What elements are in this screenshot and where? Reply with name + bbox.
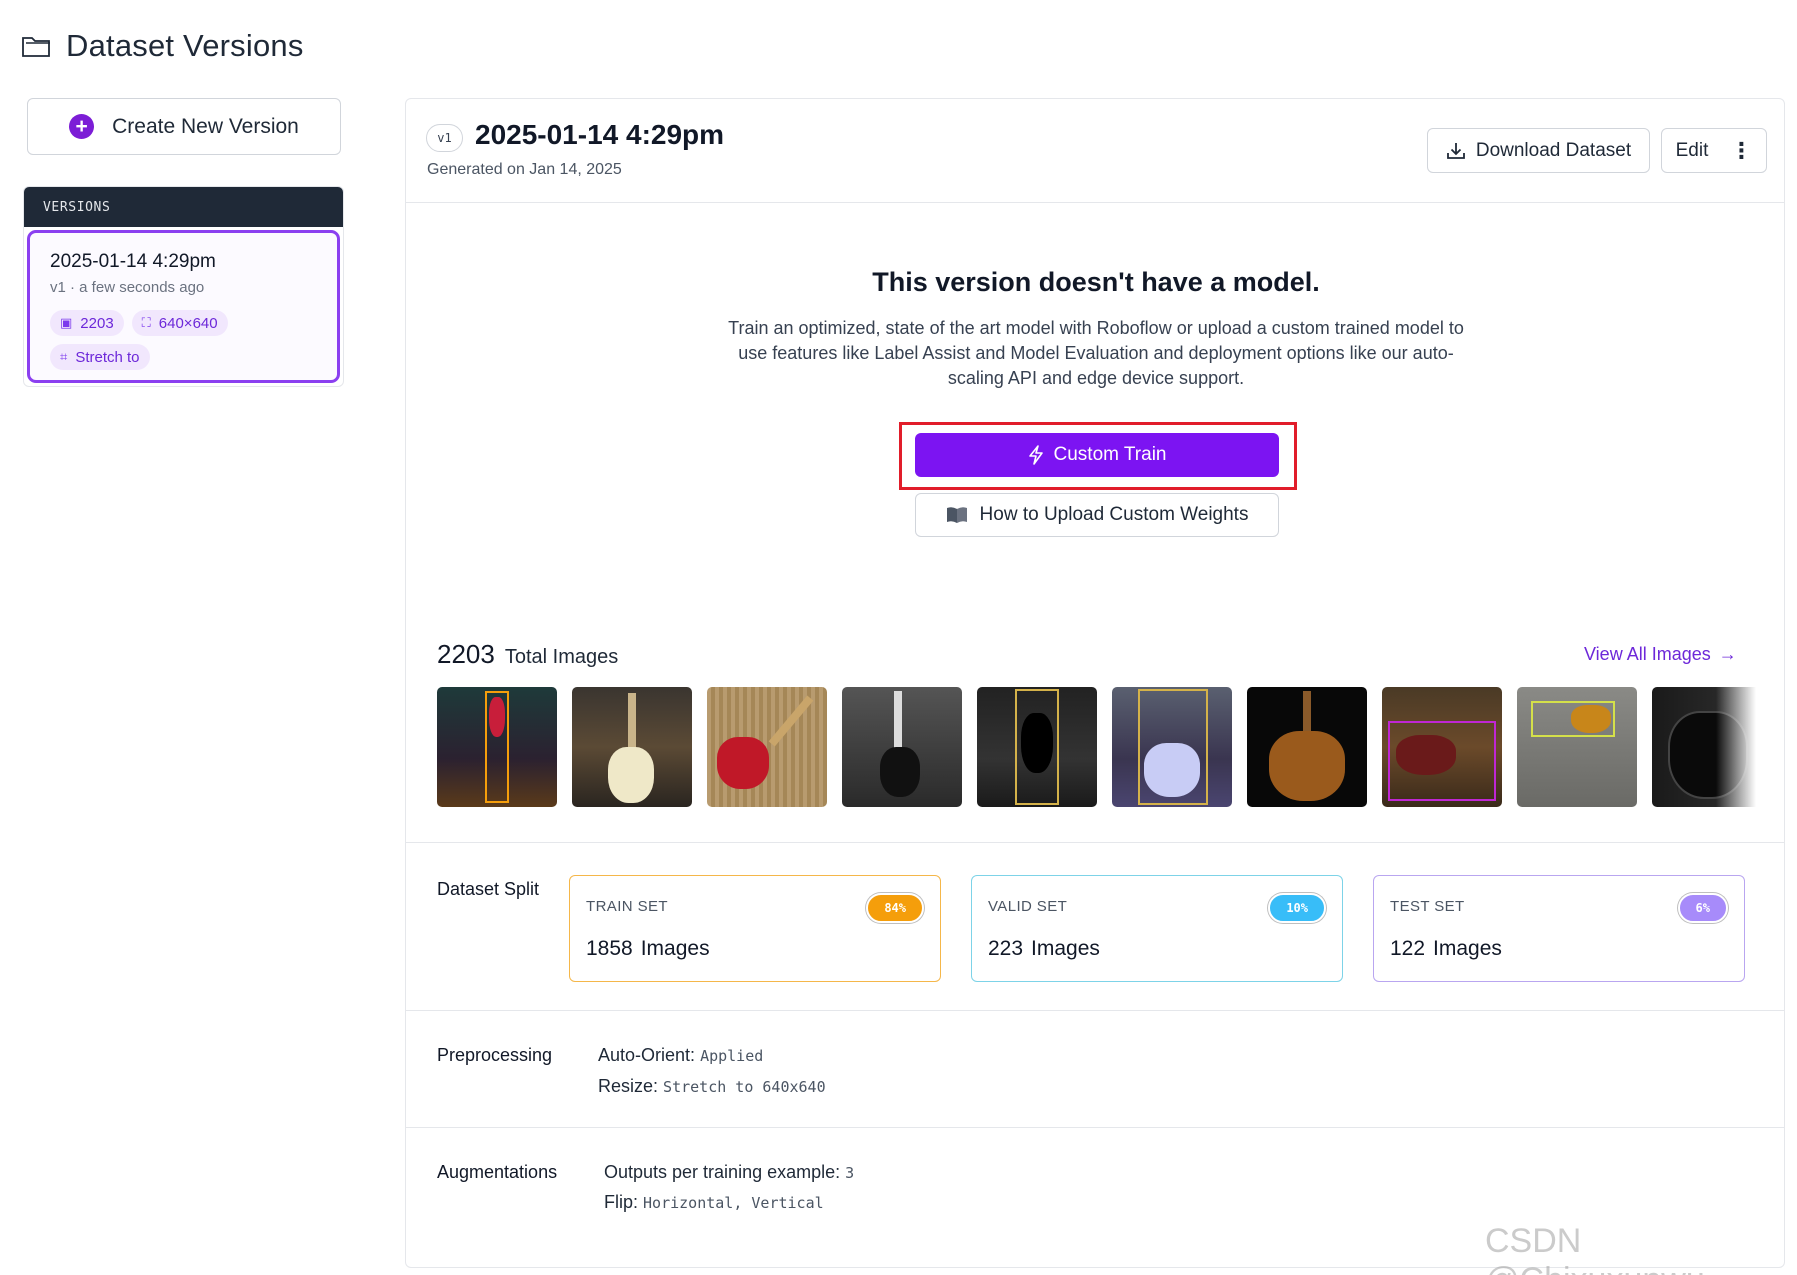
train-set-card[interactable]: TRAIN SET 84% 1858 Images	[569, 875, 941, 982]
thumbnail-fade	[1716, 687, 1756, 807]
image-thumbnail[interactable]	[572, 687, 692, 807]
preprocessing-resize: Resize: Stretch to 640x640	[598, 1076, 826, 1097]
upload-weights-button[interactable]: How to Upload Custom Weights	[915, 493, 1279, 537]
view-all-images-label: View All Images	[1584, 644, 1711, 664]
valid-set-card[interactable]: VALID SET 10% 223 Images	[971, 875, 1343, 982]
train-set-count: 1858	[586, 937, 633, 960]
flip-key: Flip:	[604, 1192, 639, 1212]
train-set-percent: 84%	[866, 893, 924, 923]
valid-set-count-row: 223 Images	[988, 937, 1326, 961]
augmentations-label: Augmentations	[437, 1162, 558, 1182]
no-model-title: This version doesn't have a model.	[872, 267, 1320, 297]
image-count: 2203	[80, 314, 114, 332]
no-model-section: This version doesn't have a model. Train…	[406, 267, 1784, 391]
augmentation-outputs: Outputs per training example: 3	[604, 1162, 854, 1183]
image-thumbnail[interactable]	[977, 687, 1097, 807]
plus-icon: +	[69, 114, 95, 139]
versions-panel: VERSIONS 2025-01-14 4:29pm v1 · a few se…	[23, 186, 344, 387]
version-subtitle: v1 · a few seconds ago	[50, 279, 205, 296]
version-title: 2025-01-14 4:29pm	[475, 119, 725, 150]
download-dataset-button[interactable]: Download Dataset	[1427, 128, 1650, 173]
test-set-unit: Images	[1433, 937, 1502, 960]
valid-set-percent: 10%	[1268, 893, 1326, 923]
create-new-version-label: Create New Version	[112, 114, 299, 138]
divider	[406, 842, 1784, 843]
arrow-right-icon: →	[1718, 644, 1737, 664]
more-options-icon: ⋮	[1730, 137, 1753, 163]
valid-set-count: 223	[988, 937, 1024, 960]
download-dataset-label: Download Dataset	[1475, 139, 1632, 161]
test-set-percent: 6%	[1677, 893, 1728, 923]
crop-icon: ⌗	[60, 349, 68, 364]
lightning-icon	[1028, 445, 1043, 465]
image-thumbnail[interactable]	[707, 687, 827, 807]
image-thumbnail[interactable]	[437, 687, 557, 807]
resize-key: Resize:	[598, 1076, 659, 1096]
download-icon	[1446, 142, 1465, 159]
divider	[406, 1010, 1784, 1011]
auto-orient-key: Auto-Orient:	[598, 1045, 696, 1065]
generated-date: Generated on Jan 14, 2025	[427, 161, 622, 178]
no-model-description: Train an optimized, state of the art mod…	[728, 318, 1464, 388]
expand-icon: ⛶	[141, 315, 151, 330]
outputs-key: Outputs per training example:	[604, 1162, 841, 1182]
custom-train-button[interactable]: Custom Train	[915, 433, 1279, 477]
train-set-count-row: 1858 Images	[586, 937, 924, 961]
version-chips: ▣ 2203 ⛶ 640×640 ⌗ Stretch to	[50, 310, 310, 370]
version-badge: v1	[426, 124, 463, 152]
edit-button[interactable]: Edit ⋮	[1661, 128, 1767, 173]
test-set-card[interactable]: TEST SET 6% 122 Images	[1373, 875, 1745, 982]
total-images-count: 2203	[437, 639, 495, 669]
train-set-unit: Images	[640, 937, 710, 960]
test-set-count-row: 122 Images	[1390, 937, 1728, 961]
create-new-version-button[interactable]: + Create New Version	[27, 98, 341, 155]
version-header: v1 2025-01-14 4:29pm Generated on Jan 14…	[406, 99, 1784, 203]
watermark: CSDN @Chixuxunwu	[1485, 1222, 1705, 1275]
outputs-value: 3	[845, 1164, 855, 1182]
test-set-count: 122	[1390, 937, 1426, 960]
flip-value: Horizontal, Vertical	[643, 1194, 824, 1212]
resize-label: Stretch to	[75, 348, 140, 366]
dataset-split-label: Dataset Split	[437, 879, 540, 899]
total-images-label: Total Images	[504, 646, 619, 668]
image-thumbnail[interactable]	[1517, 687, 1637, 807]
edit-label: Edit	[1675, 139, 1709, 161]
size-chip: ⛶ 640×640	[131, 310, 228, 336]
image-thumbnail[interactable]	[1382, 687, 1502, 807]
view-all-images-link[interactable]: View All Images →	[1584, 644, 1737, 665]
page-title: Dataset Versions	[66, 28, 304, 63]
image-thumbnails	[437, 687, 1756, 807]
image-count-chip: ▣ 2203	[50, 310, 124, 336]
resize-value: Stretch to 640x640	[663, 1078, 826, 1096]
preprocessing-label: Preprocessing	[437, 1045, 553, 1065]
page-header: Dataset Versions	[22, 28, 304, 64]
version-card-v1[interactable]: 2025-01-14 4:29pm v1 · a few seconds ago…	[27, 230, 340, 383]
image-icon: ▣	[60, 315, 73, 330]
resize-chip: ⌗ Stretch to	[50, 344, 150, 370]
valid-set-unit: Images	[1031, 937, 1100, 960]
total-images: 2203 Total Images	[437, 639, 618, 670]
image-size: 640×640	[158, 314, 218, 332]
book-icon	[946, 507, 967, 523]
image-thumbnail[interactable]	[1112, 687, 1232, 807]
auto-orient-value: Applied	[700, 1047, 764, 1065]
divider	[406, 1127, 1784, 1128]
version-title: 2025-01-14 4:29pm	[50, 251, 216, 272]
version-detail-panel: v1 2025-01-14 4:29pm Generated on Jan 14…	[405, 98, 1785, 1268]
augmentation-flip: Flip: Horizontal, Vertical	[604, 1192, 824, 1213]
image-thumbnail[interactable]	[842, 687, 962, 807]
image-thumbnail[interactable]	[1247, 687, 1367, 807]
folder-icon	[22, 37, 50, 57]
upload-weights-label: How to Upload Custom Weights	[979, 504, 1249, 525]
preprocessing-auto-orient: Auto-Orient: Applied	[598, 1045, 763, 1066]
custom-train-label: Custom Train	[1053, 444, 1167, 465]
versions-heading: VERSIONS	[24, 187, 343, 227]
